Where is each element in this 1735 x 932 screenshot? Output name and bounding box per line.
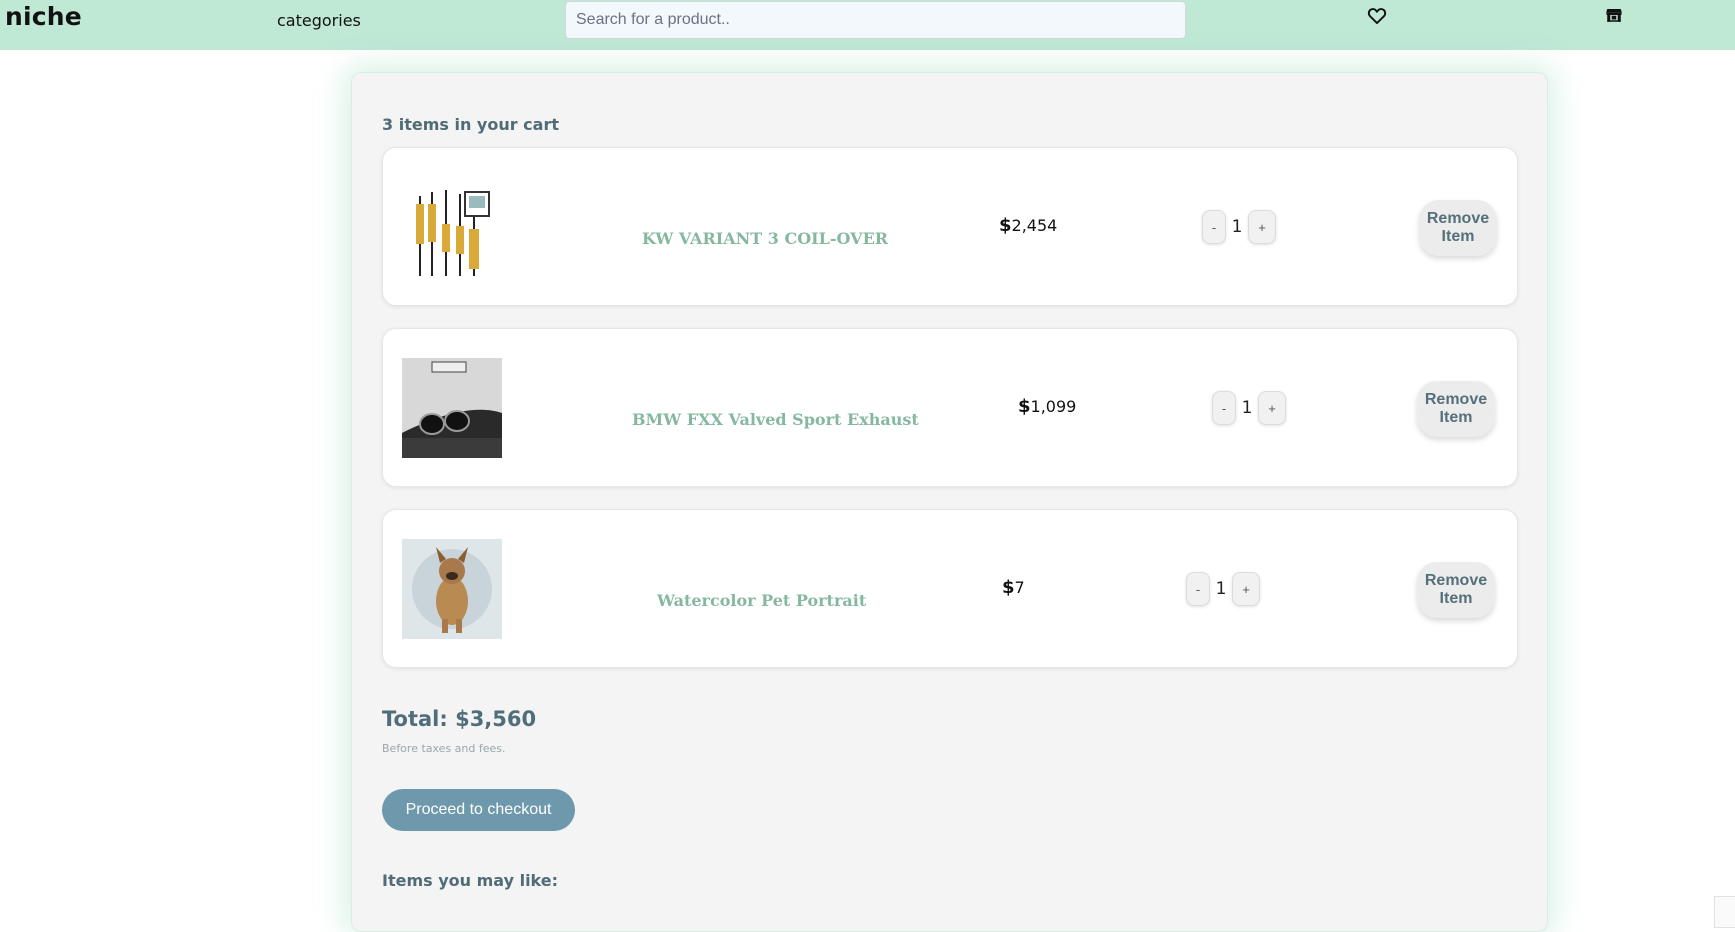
decrease-quantity-button[interactable]: - bbox=[1186, 572, 1210, 606]
increase-quantity-button[interactable]: + bbox=[1232, 572, 1260, 606]
cart-total: Total: $3,560 bbox=[382, 707, 537, 731]
increase-quantity-button[interactable]: + bbox=[1258, 391, 1286, 425]
quantity-stepper: - 1 + bbox=[1186, 572, 1260, 606]
top-navbar: niche categories bbox=[0, 0, 1735, 50]
exhaust-image[interactable] bbox=[402, 358, 502, 458]
corner-widget[interactable] bbox=[1714, 896, 1735, 928]
remove-item-button[interactable]: Remove Item bbox=[1417, 562, 1495, 618]
store-icon[interactable] bbox=[1605, 6, 1627, 28]
coilover-image[interactable] bbox=[402, 184, 502, 284]
price-value: 7 bbox=[1014, 578, 1025, 597]
site-logo[interactable]: niche bbox=[5, 2, 82, 31]
heart-icon[interactable] bbox=[1367, 6, 1389, 28]
pet-portrait-image[interactable] bbox=[402, 539, 502, 639]
recommendations-heading: Items you may like: bbox=[382, 871, 559, 890]
item-price: $2,454 bbox=[999, 215, 1057, 236]
item-name[interactable]: KW VARIANT 3 COIL-OVER bbox=[642, 229, 888, 248]
item-price: $7 bbox=[1002, 577, 1025, 598]
quantity-stepper: - 1 + bbox=[1212, 391, 1286, 425]
categories-link[interactable]: categories bbox=[277, 11, 361, 30]
increase-quantity-button[interactable]: + bbox=[1248, 210, 1276, 244]
item-price: $1,099 bbox=[1018, 396, 1076, 417]
remove-item-button[interactable]: Remove Item bbox=[1417, 381, 1495, 437]
quantity-stepper: - 1 + bbox=[1202, 210, 1276, 244]
quantity-value: 1 bbox=[1241, 398, 1253, 418]
proceed-to-checkout-button[interactable]: Proceed to checkout bbox=[382, 789, 575, 831]
remove-item-button[interactable]: Remove Item bbox=[1419, 200, 1497, 256]
decrease-quantity-button[interactable]: - bbox=[1202, 210, 1226, 244]
currency-symbol: $ bbox=[1002, 577, 1015, 598]
cart-item-count: 3 items in your cart bbox=[382, 115, 559, 134]
quantity-value: 1 bbox=[1215, 579, 1227, 599]
cart-item: BMW FXX Valved Sport Exhaust $1,099 - 1 … bbox=[382, 328, 1518, 487]
price-value: 1,099 bbox=[1030, 397, 1077, 416]
decrease-quantity-button[interactable]: - bbox=[1212, 391, 1236, 425]
price-value: 2,454 bbox=[1011, 216, 1058, 235]
total-note: Before taxes and fees. bbox=[382, 742, 506, 755]
cart-item: Watercolor Pet Portrait $7 - 1 + Remove … bbox=[382, 509, 1518, 668]
currency-symbol: $ bbox=[1018, 396, 1031, 417]
item-name[interactable]: BMW FXX Valved Sport Exhaust bbox=[632, 410, 919, 429]
quantity-value: 1 bbox=[1231, 217, 1243, 237]
search-input[interactable] bbox=[565, 1, 1186, 39]
currency-symbol: $ bbox=[999, 215, 1012, 236]
cart-item: KW VARIANT 3 COIL-OVER $2,454 - 1 + Remo… bbox=[382, 147, 1518, 306]
item-name[interactable]: Watercolor Pet Portrait bbox=[657, 591, 866, 610]
